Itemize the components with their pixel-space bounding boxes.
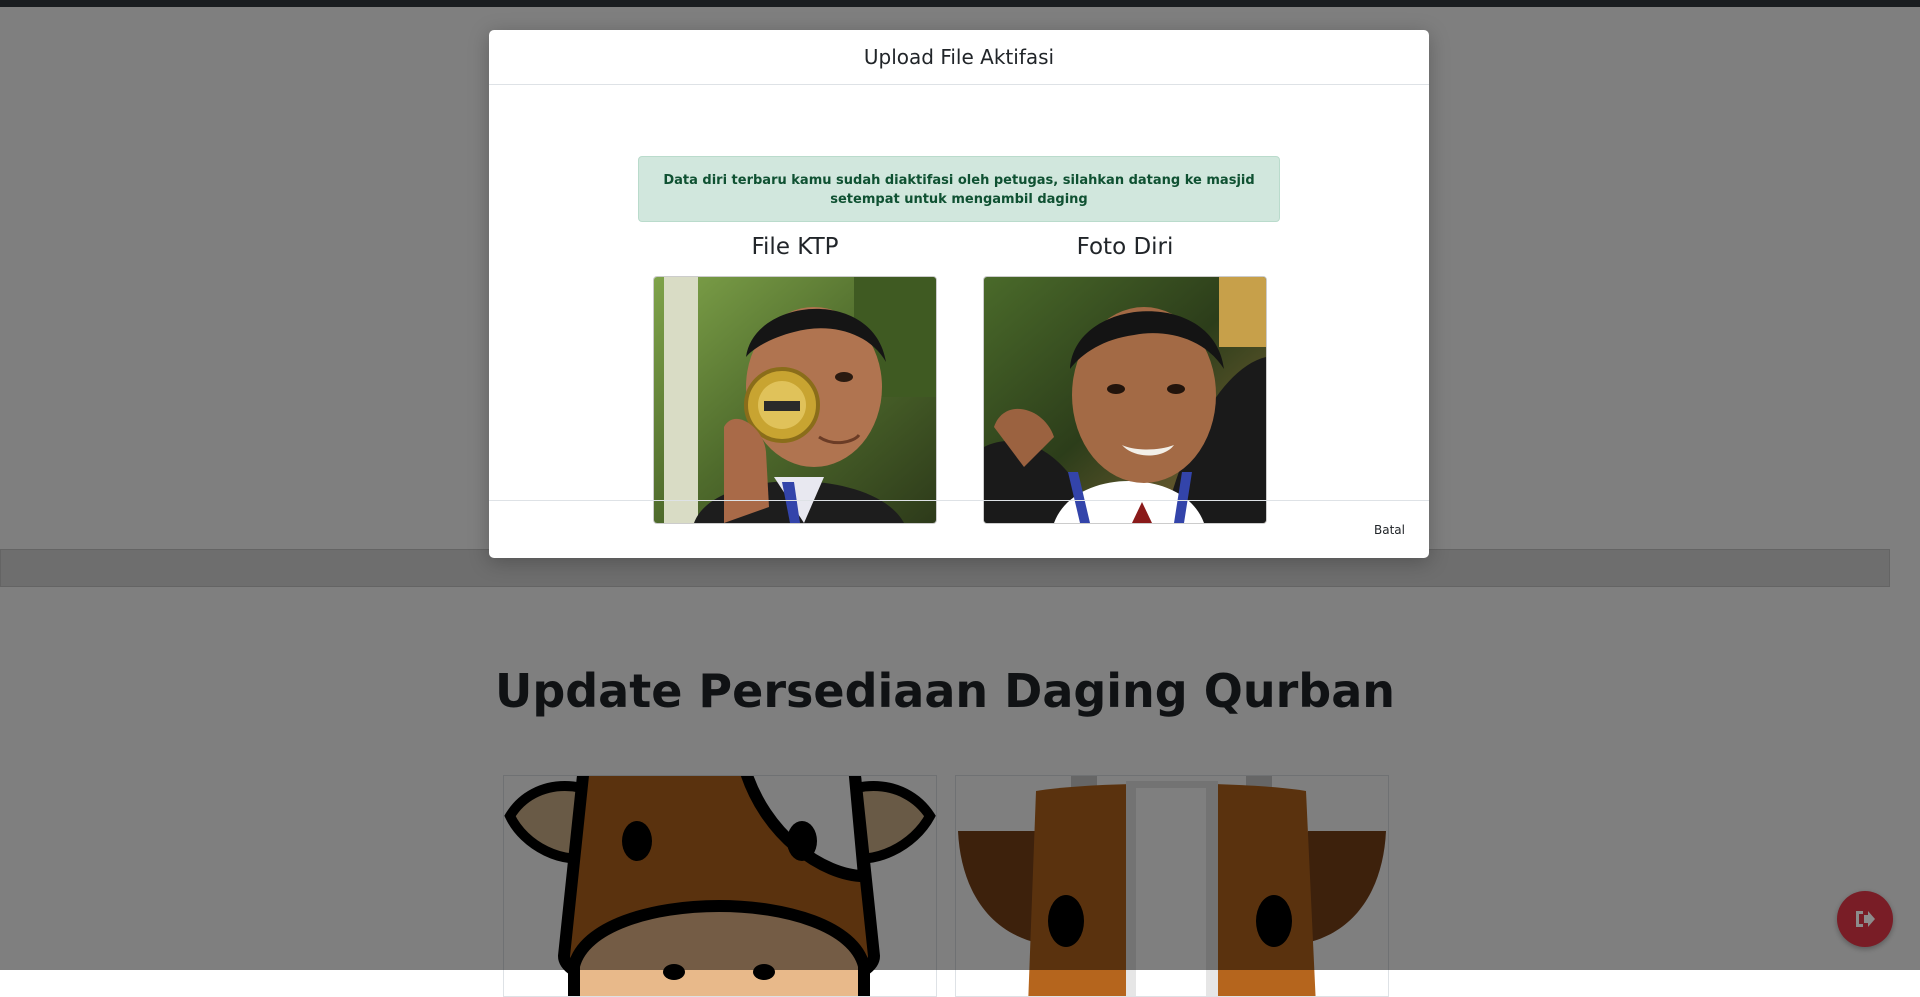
self-photo-image	[983, 276, 1267, 524]
photo-column: Foto Diri	[983, 232, 1267, 524]
ktp-title: File KTP	[751, 234, 839, 260]
photo-title: Foto Diri	[1076, 234, 1174, 260]
cancel-button[interactable]: Batal	[1370, 519, 1409, 541]
modal-body: Data diri terbaru kamu sudah diaktifasi …	[489, 85, 1429, 524]
upload-activation-modal: Upload File Aktifasi Data diri terbaru k…	[489, 30, 1429, 558]
logout-fab-button[interactable]	[1837, 891, 1893, 947]
success-alert: Data diri terbaru kamu sudah diaktifasi …	[638, 156, 1280, 222]
modal-title: Upload File Aktifasi	[863, 45, 1055, 69]
modal-footer: Batal	[489, 500, 1429, 558]
sign-out-icon	[1856, 911, 1875, 927]
ktp-image	[653, 276, 937, 524]
ktp-column: File KTP	[653, 232, 937, 524]
modal-header: Upload File Aktifasi	[489, 30, 1429, 85]
